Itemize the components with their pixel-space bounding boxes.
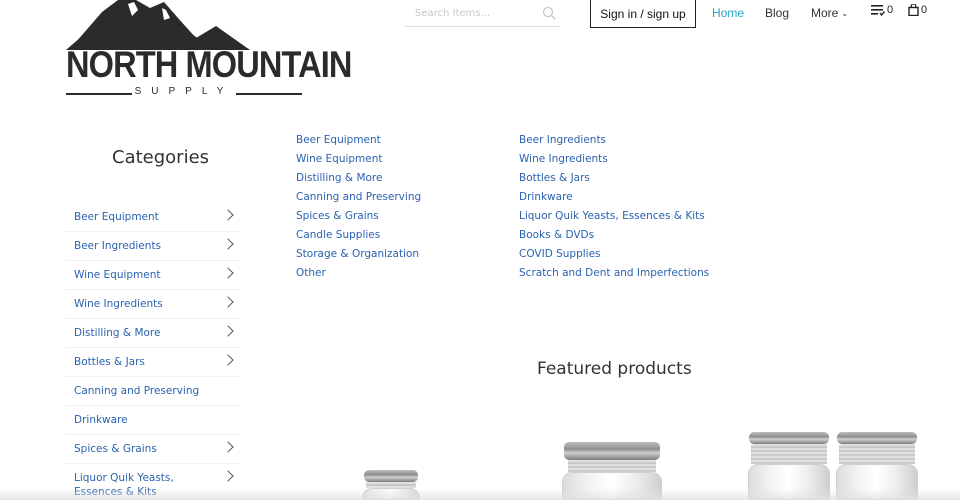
chevron-right-icon — [222, 209, 234, 221]
search-input[interactable] — [405, 0, 530, 26]
category-link[interactable]: Liquor Quik Yeasts, Essences & Kits — [519, 207, 709, 226]
nav-more-label: More — [811, 6, 839, 20]
category-link[interactable]: Books & DVDs — [519, 226, 709, 245]
jar-lid — [564, 442, 660, 460]
logo-divider — [236, 93, 302, 95]
shopping-bag-icon — [908, 4, 919, 16]
sidebar-item-bottles-jars[interactable]: Bottles & Jars — [66, 348, 240, 377]
sidebar-item-drinkware[interactable]: Drinkware — [66, 406, 240, 435]
sidebar-item-label: Canning and Preserving — [74, 385, 200, 397]
sidebar-item-wine-equipment[interactable]: Wine Equipment — [66, 261, 240, 290]
site-logo[interactable]: NORTH MOUNTAIN SUPPLY — [66, 0, 352, 100]
sidebar-item-label: Spices & Grains — [74, 443, 157, 455]
category-link[interactable]: Wine Equipment — [296, 150, 421, 169]
chevron-right-icon — [222, 267, 234, 279]
sidebar-item-label: Wine Ingredients — [74, 298, 163, 310]
list-icon — [871, 5, 885, 16]
jar-neck — [568, 460, 656, 472]
list-count: 0 — [887, 4, 894, 16]
sidebar-item-canning[interactable]: Canning and Preserving — [66, 377, 240, 406]
chevron-right-icon — [222, 441, 234, 453]
category-link[interactable]: Canning and Preserving — [296, 188, 421, 207]
mountain-logo-icon — [66, 0, 250, 50]
nav-more[interactable]: More ⌄ — [811, 6, 848, 20]
category-link[interactable]: COVID Supplies — [519, 245, 709, 264]
jar-lid — [837, 432, 917, 444]
category-link[interactable]: Storage & Organization — [296, 245, 421, 264]
scroll-fade — [0, 488, 960, 500]
wishlist-button[interactable]: 0 — [871, 4, 893, 16]
search-icon[interactable] — [542, 6, 556, 20]
signin-button[interactable]: Sign in / sign up — [590, 0, 696, 28]
category-link[interactable]: Drinkware — [519, 188, 709, 207]
chevron-down-icon: ⌄ — [841, 9, 849, 18]
chevron-right-icon — [222, 354, 234, 366]
search-box — [405, 0, 560, 27]
sidebar-item-wine-ingredients[interactable]: Wine Ingredients — [66, 290, 240, 319]
jar-neck — [839, 444, 915, 464]
category-link[interactable]: Spices & Grains — [296, 207, 421, 226]
chevron-right-icon — [222, 470, 234, 482]
cart-button[interactable]: 0 — [908, 4, 927, 16]
nav-home[interactable]: Home — [712, 6, 744, 20]
category-link[interactable]: Wine Ingredients — [519, 150, 709, 169]
sidebar-item-label: Wine Equipment — [74, 269, 161, 281]
sidebar-item-distilling[interactable]: Distilling & More — [66, 319, 240, 348]
category-links-col-1: Beer Equipment Wine Equipment Distilling… — [296, 131, 421, 283]
category-link[interactable]: Candle Supplies — [296, 226, 421, 245]
category-sidebar: Beer Equipment Beer Ingredients Wine Equ… — [66, 203, 240, 500]
jar-neck — [751, 444, 827, 464]
sidebar-item-label: Distilling & More — [74, 327, 161, 339]
categories-title: Categories — [112, 147, 210, 168]
sidebar-item-label: Beer Ingredients — [74, 240, 162, 252]
sidebar-item-beer-ingredients[interactable]: Beer Ingredients — [66, 232, 240, 261]
sidebar-item-beer-equipment[interactable]: Beer Equipment — [66, 203, 240, 232]
jar-lid — [364, 470, 418, 482]
chevron-right-icon — [222, 296, 234, 308]
sidebar-item-label: Drinkware — [74, 414, 128, 426]
category-link[interactable]: Distilling & More — [296, 169, 421, 188]
featured-products-title: Featured products — [537, 359, 692, 379]
cart-count: 0 — [921, 4, 928, 16]
category-link[interactable]: Other — [296, 264, 421, 283]
sidebar-item-spices-grains[interactable]: Spices & Grains — [66, 435, 240, 464]
sidebar-item-label: Bottles & Jars — [74, 356, 145, 368]
category-link[interactable]: Beer Ingredients — [519, 131, 709, 150]
category-link[interactable]: Scratch and Dent and Imperfections — [519, 264, 709, 283]
sidebar-item-label: Beer Equipment — [74, 211, 159, 223]
category-links-col-2: Beer Ingredients Wine Ingredients Bottle… — [519, 131, 709, 283]
nav-blog[interactable]: Blog — [765, 6, 789, 20]
jar-lid — [749, 432, 829, 444]
logo-tagline: SUPPLY — [134, 86, 234, 97]
chevron-right-icon — [222, 325, 234, 337]
category-link[interactable]: Bottles & Jars — [519, 169, 709, 188]
chevron-right-icon — [222, 238, 234, 250]
logo-title: NORTH MOUNTAIN — [66, 44, 352, 85]
category-link[interactable]: Beer Equipment — [296, 131, 421, 150]
